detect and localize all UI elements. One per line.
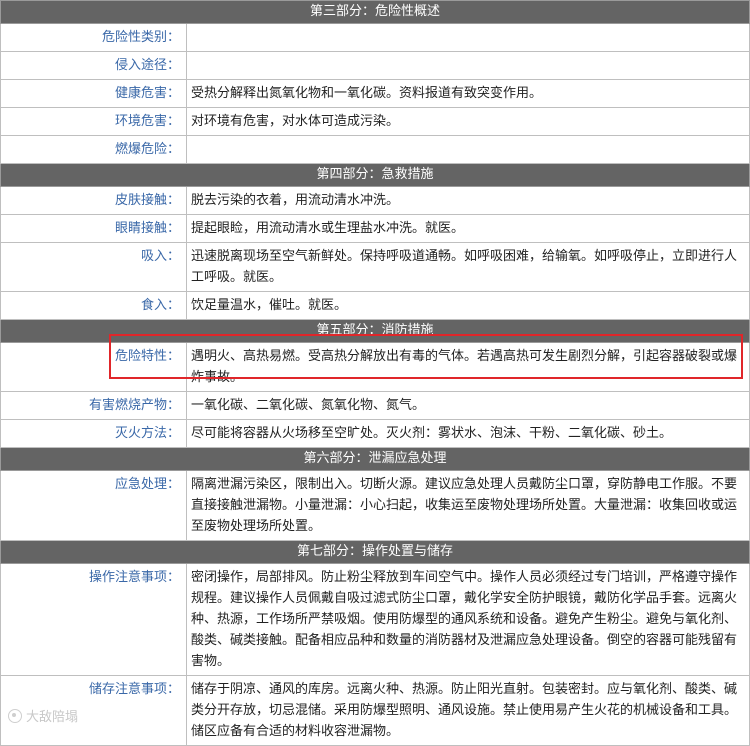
table-row: 健康危害： 受热分解释出氮氧化物和一氧化碳。资料报道有致突变作用。 [0, 79, 750, 108]
table-row: 燃爆危险： [0, 135, 750, 164]
row-label: 食入： [0, 291, 187, 320]
watermark: 大敌陪塌 [8, 706, 78, 725]
row-label: 应急处理： [0, 470, 187, 541]
section-title: 第四部分：急救措施 [0, 163, 750, 187]
watermark-text: 大敌陪塌 [26, 710, 79, 725]
table-row: 吸入： 迅速脱离现场至空气新鲜处。保持呼吸道通畅。如呼吸困难，给输氧。如呼吸停止，… [0, 242, 750, 292]
row-label: 有害燃烧产物： [0, 391, 187, 420]
row-value: 饮足量温水，催吐。就医。 [186, 291, 750, 320]
row-value: 迅速脱离现场至空气新鲜处。保持呼吸道通畅。如呼吸困难，给输氧。如呼吸停止，立即进… [186, 242, 750, 292]
table-row: 灭火方法： 尽可能将容器从火场移至空旷处。灭火剂：雾状水、泡沫、干粉、二氧化碳、砂… [0, 419, 750, 448]
table-row: 危险特性： 遇明火、高热易燃。受高热分解放出有毒的气体。若遇高热可发生剧烈分解，引… [0, 342, 750, 392]
section-title: 第三部分：危险性概述 [0, 0, 750, 24]
row-value: 脱去污染的衣着，用流动清水冲洗。 [186, 186, 750, 215]
section-title: 第七部分：操作处置与储存 [0, 540, 750, 564]
row-value [186, 135, 750, 164]
row-value: 受热分解释出氮氧化物和一氧化碳。资料报道有致突变作用。 [186, 79, 750, 108]
msds-table: 第三部分：危险性概述 危险性类别： 侵入途径： 健康危害： 受热分解释出氮氧化物和… [0, 0, 750, 746]
row-label: 环境危害： [0, 107, 187, 136]
table-row: 储存注意事项： 储存于阴凉、通风的库房。远离火种、热源。防止阳光直射。包装密封。应… [0, 675, 750, 746]
row-value [186, 51, 750, 80]
row-value: 密闭操作，局部排风。防止粉尘释放到车间空气中。操作人员必须经过专门培训，严格遵守… [186, 563, 750, 676]
row-label: 危险特性： [0, 342, 187, 392]
row-value: 储存于阴凉、通风的库房。远离火种、热源。防止阳光直射。包装密封。应与氧化剂、酸类… [186, 675, 750, 746]
table-row: 食入： 饮足量温水，催吐。就医。 [0, 291, 750, 320]
section-header-row: 第六部分：泄漏应急处理 [0, 447, 750, 471]
section-title: 第六部分：泄漏应急处理 [0, 447, 750, 471]
section-header-row: 第四部分：急救措施 [0, 163, 750, 187]
section-header-row: 第七部分：操作处置与储存 [0, 540, 750, 564]
row-value: 提起眼睑，用流动清水或生理盐水冲洗。就医。 [186, 214, 750, 243]
row-value: 遇明火、高热易燃。受高热分解放出有毒的气体。若遇高热可发生剧烈分解，引起容器破裂… [186, 342, 750, 392]
row-value: 一氧化碳、二氧化碳、氮氧化物、氮气。 [186, 391, 750, 420]
row-value: 尽可能将容器从火场移至空旷处。灭火剂：雾状水、泡沫、干粉、二氧化碳、砂土。 [186, 419, 750, 448]
table-row: 侵入途径： [0, 51, 750, 80]
table-row: 危险性类别： [0, 23, 750, 52]
section-header-row: 第五部分：消防措施 [0, 319, 750, 343]
row-label: 危险性类别： [0, 23, 187, 52]
table-row: 皮肤接触： 脱去污染的衣着，用流动清水冲洗。 [0, 186, 750, 215]
row-label: 皮肤接触： [0, 186, 187, 215]
section-header-row: 第三部分：危险性概述 [0, 0, 750, 24]
table-row: 环境危害： 对环境有危害，对水体可造成污染。 [0, 107, 750, 136]
watermark-logo-icon [8, 708, 22, 723]
table-row: 操作注意事项： 密闭操作，局部排风。防止粉尘释放到车间空气中。操作人员必须经过专门… [0, 563, 750, 676]
row-value: 隔离泄漏污染区，限制出入。切断火源。建议应急处理人员戴防尘口罩，穿防静电工作服。… [186, 470, 750, 541]
row-label: 侵入途径： [0, 51, 187, 80]
row-value [186, 23, 750, 52]
row-value: 对环境有危害，对水体可造成污染。 [186, 107, 750, 136]
row-label: 灭火方法： [0, 419, 187, 448]
table-row: 眼睛接触： 提起眼睑，用流动清水或生理盐水冲洗。就医。 [0, 214, 750, 243]
row-label: 操作注意事项： [0, 563, 187, 676]
table-row: 应急处理： 隔离泄漏污染区，限制出入。切断火源。建议应急处理人员戴防尘口罩，穿防静… [0, 470, 750, 541]
row-label: 眼睛接触： [0, 214, 187, 243]
table-row: 有害燃烧产物： 一氧化碳、二氧化碳、氮氧化物、氮气。 [0, 391, 750, 420]
row-label: 吸入： [0, 242, 187, 292]
section-title: 第五部分：消防措施 [0, 319, 750, 343]
row-label: 健康危害： [0, 79, 187, 108]
row-label: 燃爆危险： [0, 135, 187, 164]
